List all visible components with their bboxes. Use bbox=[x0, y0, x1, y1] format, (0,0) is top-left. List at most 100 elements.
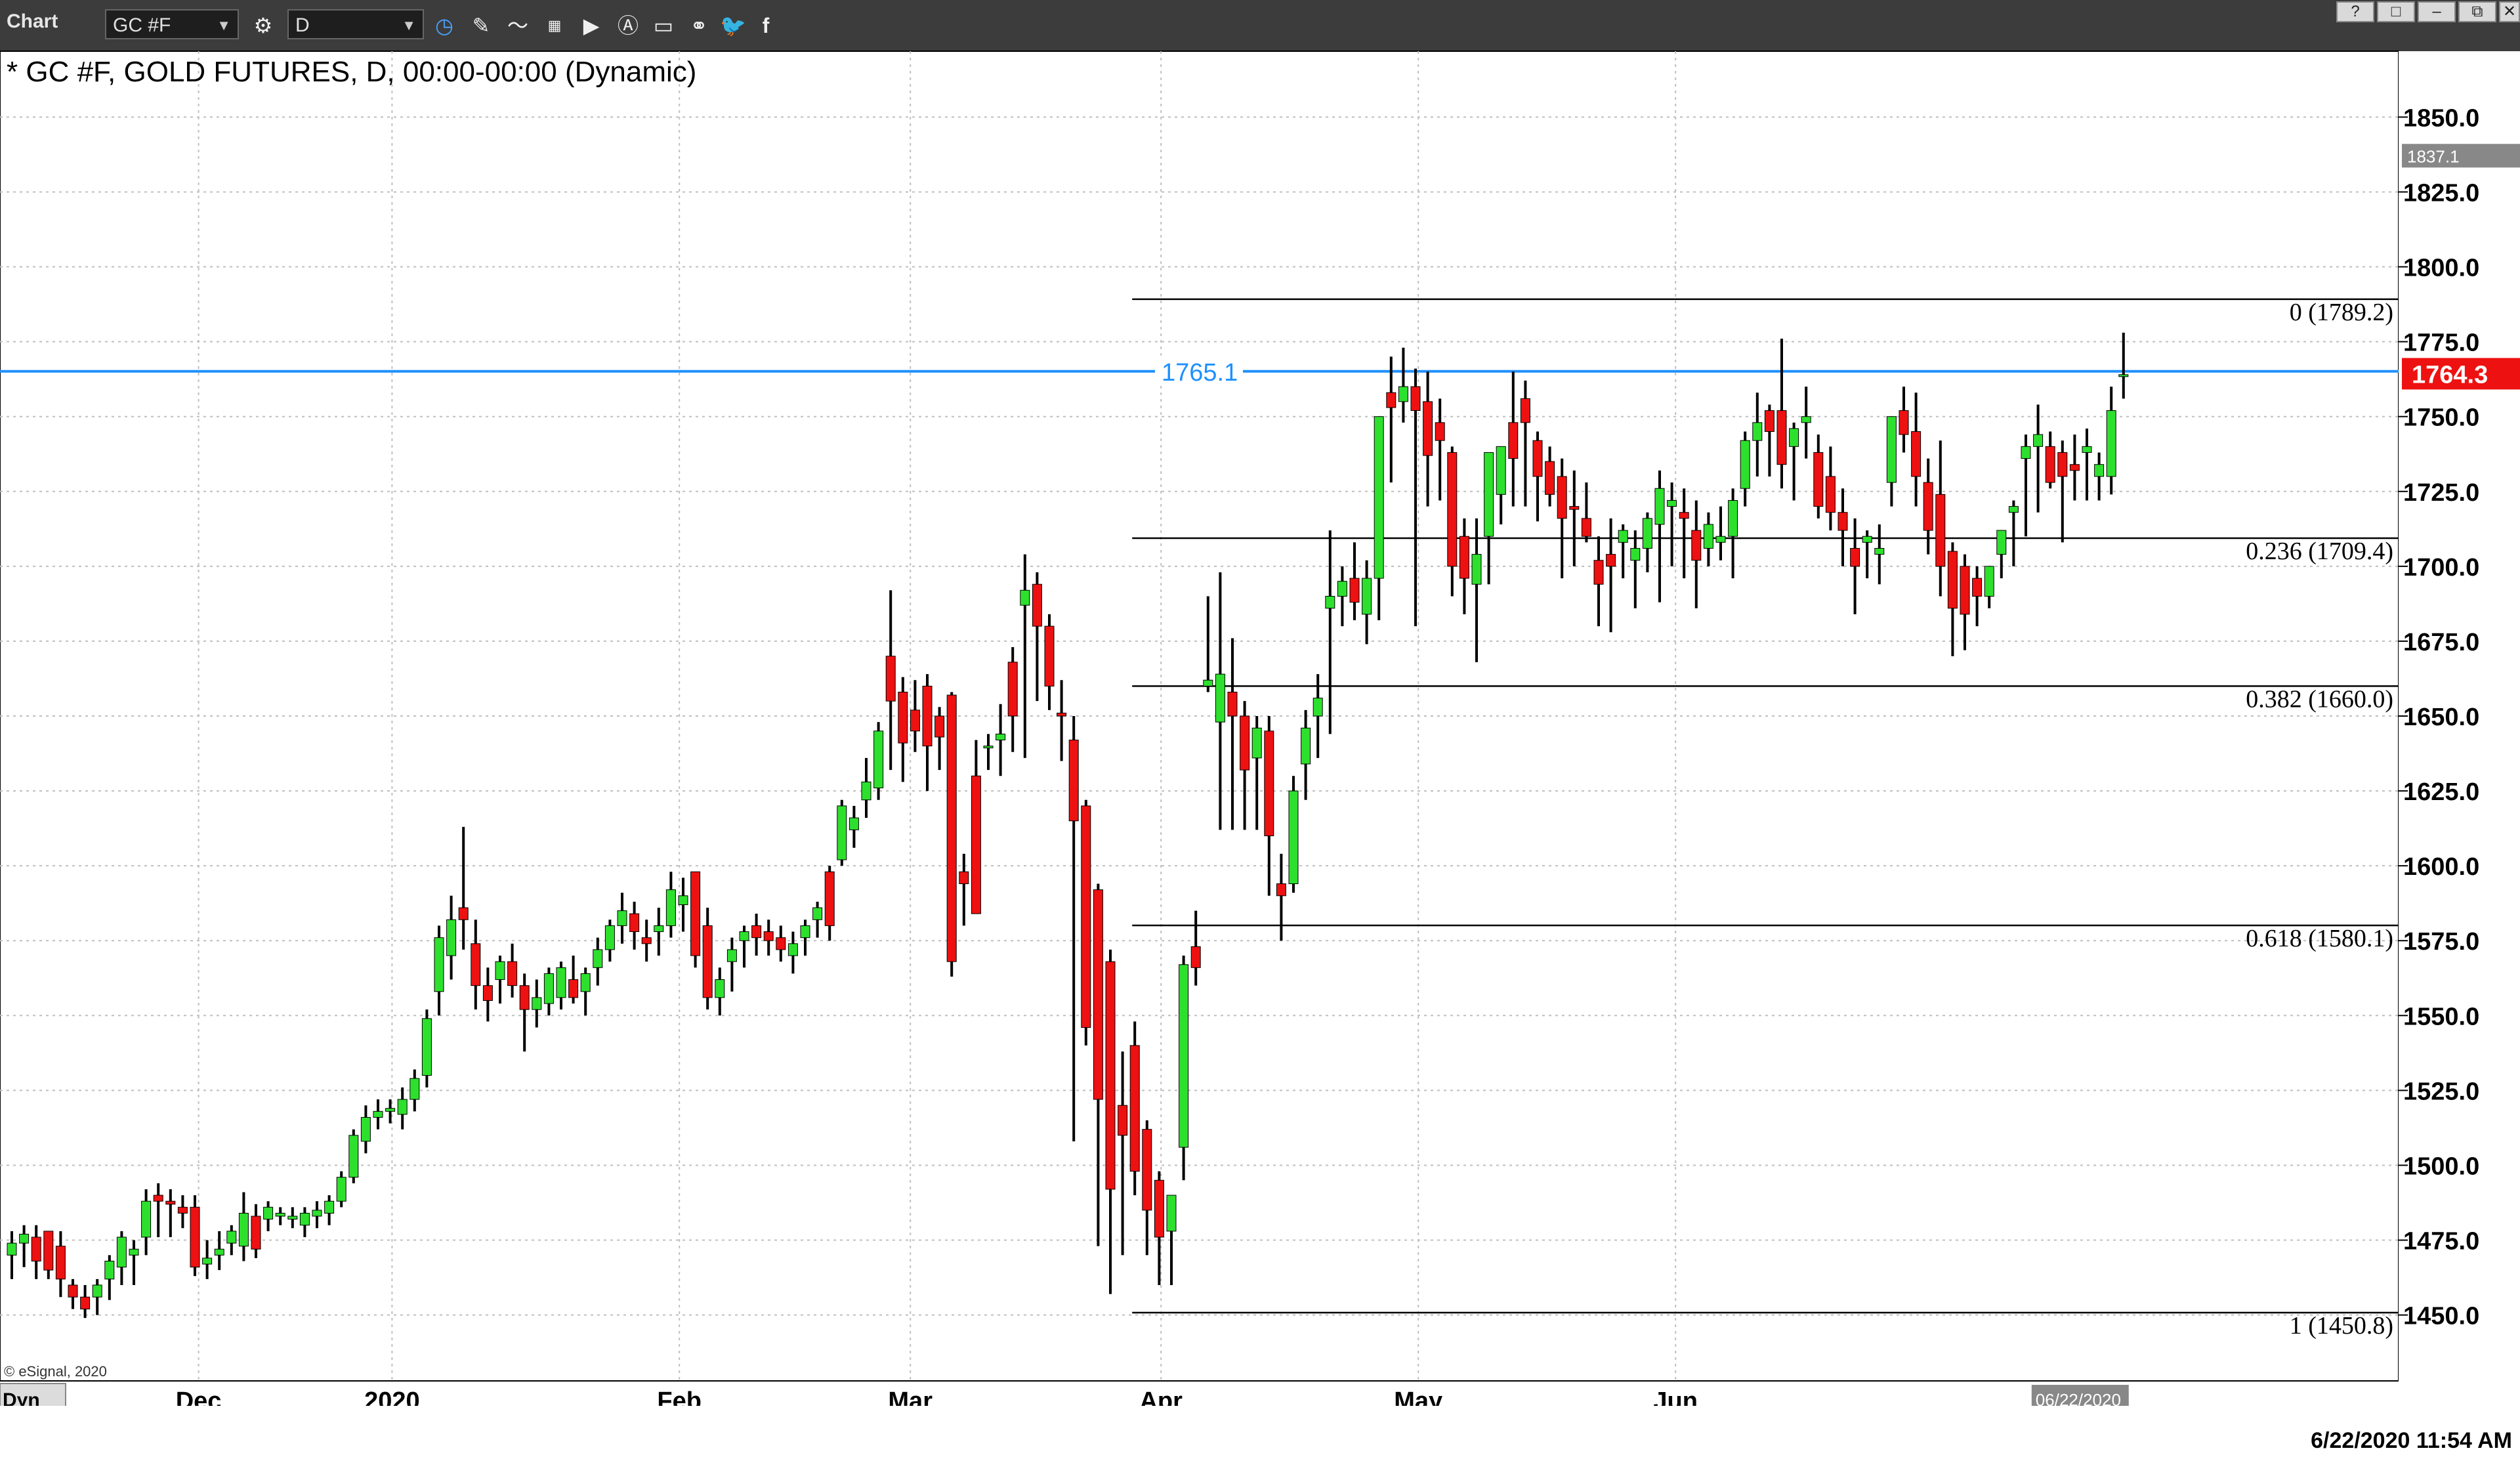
candle-body bbox=[922, 685, 933, 747]
candle-body bbox=[1776, 410, 1787, 465]
candle-body bbox=[1740, 440, 1750, 489]
candle-body bbox=[360, 1116, 371, 1142]
candle-body bbox=[2021, 446, 2031, 459]
candle-body bbox=[1240, 715, 1250, 771]
candle-body bbox=[2118, 374, 2129, 377]
candle-body bbox=[898, 691, 908, 744]
candle-body bbox=[1203, 679, 1213, 687]
status-bar: 6/22/2020 11:54 AM bbox=[0, 1406, 2520, 1459]
candle-body bbox=[1691, 530, 1702, 561]
y-tick-label: 1500.0 bbox=[2403, 1152, 2479, 1180]
y-tick-label: 1750.0 bbox=[2403, 404, 2479, 432]
candle-body bbox=[1325, 595, 1335, 609]
candle-body bbox=[1215, 673, 1225, 723]
candle-body bbox=[983, 746, 994, 749]
candle-body bbox=[1801, 416, 1811, 423]
candle-body bbox=[1020, 589, 1030, 606]
candle-body bbox=[1606, 554, 1616, 567]
candle-body bbox=[1227, 691, 1238, 717]
candle-body bbox=[1251, 727, 1262, 759]
candle-body bbox=[238, 1212, 249, 1247]
y-tick-label: 1550.0 bbox=[2403, 1003, 2479, 1030]
candle-body bbox=[996, 733, 1006, 741]
candle-body bbox=[2106, 410, 2116, 477]
candle-body bbox=[776, 937, 786, 950]
candle-body bbox=[1923, 482, 1933, 531]
candle-body bbox=[715, 979, 725, 998]
candle-body bbox=[165, 1200, 176, 1205]
candlestick-chart: 1450.0 1475.0 1500.0 1525.0 1550.0 1575.0 1600… bbox=[0, 51, 2520, 1415]
candle-body bbox=[1825, 476, 1836, 513]
candle-body bbox=[751, 925, 762, 939]
candle-body bbox=[226, 1231, 237, 1244]
candle-body bbox=[1264, 730, 1274, 837]
candle-body bbox=[1947, 551, 1958, 609]
candle-body bbox=[2094, 464, 2105, 477]
candle-body bbox=[1276, 883, 1286, 897]
candle-body bbox=[2057, 452, 2068, 477]
candle-body bbox=[190, 1206, 200, 1268]
fib-label: 1 (1450.8) bbox=[2290, 1312, 2393, 1340]
candle-body bbox=[55, 1246, 66, 1280]
horizontal-line-label: 1765.1 bbox=[1162, 359, 1238, 387]
candle-body bbox=[1459, 536, 1469, 579]
fib-label: 0.236 (1709.4) bbox=[2246, 538, 2393, 565]
plot-area bbox=[0, 51, 2399, 1382]
candle-body bbox=[1301, 727, 1311, 765]
candle-body bbox=[80, 1296, 91, 1309]
candle-body bbox=[275, 1212, 285, 1217]
y-tick-label: 1800.0 bbox=[2403, 255, 2479, 282]
candle-body bbox=[434, 937, 444, 992]
candle-body bbox=[177, 1206, 188, 1214]
y-tick-label: 1675.0 bbox=[2403, 629, 2479, 656]
candle-body bbox=[1557, 476, 1567, 519]
candle-body bbox=[800, 925, 810, 939]
candle-body bbox=[1484, 452, 1494, 537]
candle-body bbox=[1593, 560, 1604, 585]
candle-body bbox=[373, 1110, 383, 1118]
candle-body bbox=[324, 1200, 335, 1214]
candle-body bbox=[1789, 428, 1799, 447]
candle-body bbox=[617, 910, 627, 926]
candle-body bbox=[1349, 578, 1360, 603]
candle-body bbox=[971, 775, 981, 914]
candle-body bbox=[593, 949, 603, 968]
candle-body bbox=[1166, 1195, 1177, 1232]
last-price-label: 1764.3 bbox=[2412, 361, 2488, 389]
y-tick-label: 1725.0 bbox=[2403, 479, 2479, 507]
candle-body bbox=[1862, 536, 1872, 543]
candle-body bbox=[116, 1237, 127, 1268]
candle-body bbox=[1960, 566, 1970, 615]
candle-body bbox=[1007, 662, 1018, 717]
candle-body bbox=[726, 949, 737, 962]
candle-body bbox=[263, 1206, 274, 1220]
candle-body bbox=[1423, 401, 1433, 456]
y-tick-label: 1700.0 bbox=[2403, 554, 2479, 581]
candle-body bbox=[1532, 440, 1543, 477]
candle-body bbox=[1886, 416, 1897, 483]
y-tick-label: 1825.0 bbox=[2403, 179, 2479, 207]
candle-body bbox=[690, 871, 701, 956]
candle-body bbox=[251, 1216, 261, 1250]
candle-body bbox=[1093, 889, 1103, 1100]
candle-body bbox=[104, 1260, 115, 1280]
candle-body bbox=[410, 1078, 420, 1100]
y-tick-label: 1575.0 bbox=[2403, 928, 2479, 956]
candle-body bbox=[556, 967, 566, 998]
candle-body bbox=[471, 943, 481, 986]
candle-body bbox=[1838, 512, 1848, 531]
candle-body bbox=[543, 973, 554, 1004]
candle-body bbox=[1935, 494, 1946, 567]
y-tick-label: 1775.0 bbox=[2403, 329, 2479, 357]
candle-body bbox=[348, 1135, 359, 1178]
candle-body bbox=[1105, 961, 1116, 1190]
y-tick-label: 1450.0 bbox=[2403, 1303, 2479, 1330]
candle-body bbox=[873, 730, 884, 789]
candle-body bbox=[1996, 530, 2007, 555]
candle-body bbox=[507, 961, 518, 986]
candle-body bbox=[1362, 578, 1372, 615]
candle-body bbox=[336, 1177, 346, 1202]
candle-body bbox=[654, 925, 664, 933]
candle-body bbox=[1679, 512, 1689, 519]
candle-body bbox=[421, 1018, 432, 1076]
